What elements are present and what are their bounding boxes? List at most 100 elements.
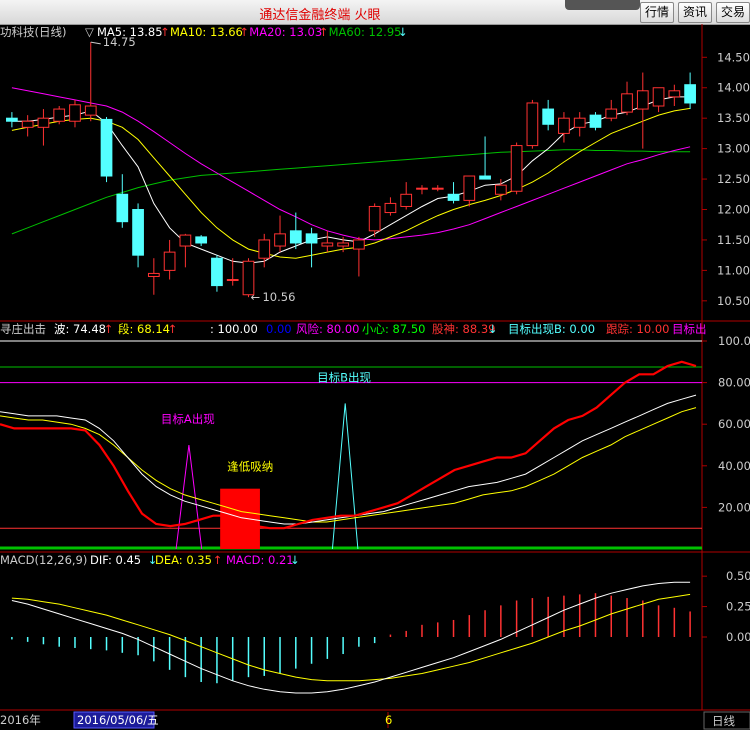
trend-arrow-icon: ↑ bbox=[319, 25, 329, 39]
dif-line bbox=[11, 581, 691, 694]
candle-body bbox=[589, 114, 602, 128]
candle-body bbox=[494, 184, 507, 195]
candle-body bbox=[384, 202, 397, 214]
wave-line bbox=[0, 394, 697, 525]
ma10-line bbox=[11, 107, 691, 259]
trend-arrow-icon: ↑ bbox=[239, 25, 249, 39]
trend-arrow-icon: ↓ bbox=[398, 25, 408, 39]
candle-body bbox=[195, 236, 208, 244]
candle-body bbox=[179, 234, 192, 247]
indicator-label: 波: 74.48 bbox=[54, 322, 106, 336]
candle-body bbox=[258, 239, 271, 259]
candle-body bbox=[668, 90, 681, 98]
stock-chart[interactable]: 14.50 14.00 13.50 13.00 12.50 12.00 11.50 11.00… bbox=[0, 24, 750, 730]
trend-arrow-icon: ↑ bbox=[160, 25, 170, 39]
ma60-line bbox=[11, 149, 691, 235]
dea-line bbox=[11, 593, 691, 682]
indicator-label: 0.00 bbox=[266, 322, 292, 336]
candle-body bbox=[305, 233, 318, 244]
candle-body bbox=[21, 120, 34, 128]
macd-label: MACD: 0.21 bbox=[226, 553, 294, 567]
indicator-tick-label: 60.00 bbox=[718, 417, 750, 431]
high-marker-line bbox=[90, 41, 101, 45]
candle-body bbox=[416, 187, 428, 190]
candle-body bbox=[621, 93, 633, 113]
candle-body bbox=[463, 175, 476, 201]
candle-body bbox=[542, 108, 555, 125]
year-label: 2016年 bbox=[0, 713, 41, 727]
candle-body bbox=[400, 193, 413, 207]
trend-arrow-icon: ↓ bbox=[290, 553, 300, 567]
chart-stage[interactable]: 14.50 14.00 13.50 13.00 12.50 12.00 11.50 11.00… bbox=[0, 24, 750, 730]
indicator-tick-label: 80.00 bbox=[718, 376, 750, 390]
target-b-triangle-label: 目标B出现 bbox=[317, 370, 371, 384]
candle-body bbox=[226, 279, 239, 282]
low-marker-arrow: ← bbox=[250, 290, 260, 304]
ma-label: MA5: 13.85 bbox=[97, 25, 163, 39]
period-dropdown-icon: ▽ bbox=[85, 25, 94, 39]
price-tick-label: 13.50 bbox=[717, 111, 750, 125]
price-tick-label: 14.00 bbox=[717, 81, 750, 95]
ma-label: MA60: 12.95 bbox=[329, 25, 402, 39]
trend-arrow-icon: ↑ bbox=[168, 322, 178, 336]
candle-body bbox=[132, 209, 144, 256]
price-tick-label: 12.50 bbox=[717, 172, 750, 186]
dip-buy-label: 逢低吸纳 bbox=[227, 460, 273, 474]
price-tick-label: 11.00 bbox=[717, 263, 750, 277]
trade-button[interactable]: 交易 bbox=[716, 2, 750, 23]
candle-body bbox=[69, 104, 81, 122]
candle-body bbox=[163, 251, 176, 271]
price-panel-name: 功科技(日线) bbox=[0, 25, 66, 39]
candle-body bbox=[431, 187, 444, 190]
ma5-line bbox=[11, 96, 691, 264]
candle-body bbox=[337, 242, 349, 247]
candle-body bbox=[37, 117, 50, 128]
candle-body bbox=[289, 230, 302, 244]
macd-label: DIF: 0.45 bbox=[90, 553, 141, 567]
candle-body bbox=[605, 108, 618, 119]
candle-body bbox=[636, 90, 649, 110]
indicator-tick-label: 100.00 bbox=[718, 334, 750, 348]
candle-body bbox=[100, 118, 113, 177]
candle-body bbox=[274, 233, 286, 247]
title-bar: 通达信金融终端 火眼 行情 资讯 交易 bbox=[0, 0, 750, 25]
segment-line bbox=[0, 407, 697, 523]
ma-label: MA20: 13.03 bbox=[249, 25, 322, 39]
indicator-label: 段: 68.14 bbox=[118, 322, 170, 336]
trend-arrow-icon: ↑ bbox=[104, 322, 114, 336]
candle-body bbox=[652, 87, 665, 107]
candle-body bbox=[479, 175, 491, 180]
trend-arrow-icon: ↓ bbox=[488, 322, 498, 336]
news-button[interactable]: 资讯 bbox=[678, 2, 713, 23]
quotes-button[interactable]: 行情 bbox=[640, 2, 675, 23]
candle-body bbox=[526, 102, 539, 147]
candle-body bbox=[510, 145, 523, 192]
period-label: 日线 bbox=[712, 714, 735, 728]
window-title: 通达信金融终端 火眼 bbox=[259, 8, 381, 23]
ma-label: MA10: 13.66 bbox=[170, 25, 243, 39]
candle-body bbox=[368, 205, 381, 232]
candle-body bbox=[558, 117, 570, 134]
indicator-tick-label: 20.00 bbox=[718, 500, 750, 514]
price-tick-label: 12.00 bbox=[717, 203, 750, 217]
candle-body bbox=[147, 272, 160, 277]
macd-tick-label: 0.00 bbox=[726, 630, 750, 644]
price-tick-label: 11.50 bbox=[717, 233, 750, 247]
candle-body bbox=[321, 242, 334, 247]
candle-body bbox=[211, 257, 223, 287]
macd-panel-name: MACD(12,26,9) bbox=[0, 553, 87, 567]
indicator-label: 目标出现B: 0.00 bbox=[508, 322, 595, 336]
cursor-date: 2016/05/06/五 bbox=[77, 713, 159, 727]
indicator-label: 风险: 80.00 bbox=[296, 322, 359, 336]
indicator-label: 小心: 87.50 bbox=[362, 322, 425, 336]
macd-tick-label: 0.25 bbox=[726, 600, 750, 614]
window-controls[interactable] bbox=[565, 0, 640, 10]
target-b-triangle bbox=[331, 403, 359, 550]
indicator-label: 跟踪: 10.00 bbox=[606, 322, 669, 336]
price-tick-label: 13.00 bbox=[717, 142, 750, 156]
trend-arrow-icon: ↑ bbox=[213, 553, 223, 567]
price-tick-label: 14.50 bbox=[717, 50, 750, 64]
macd-label: DEA: 0.35 bbox=[155, 553, 212, 567]
stock-god-line bbox=[0, 360, 697, 530]
target-a-triangle bbox=[175, 444, 203, 550]
